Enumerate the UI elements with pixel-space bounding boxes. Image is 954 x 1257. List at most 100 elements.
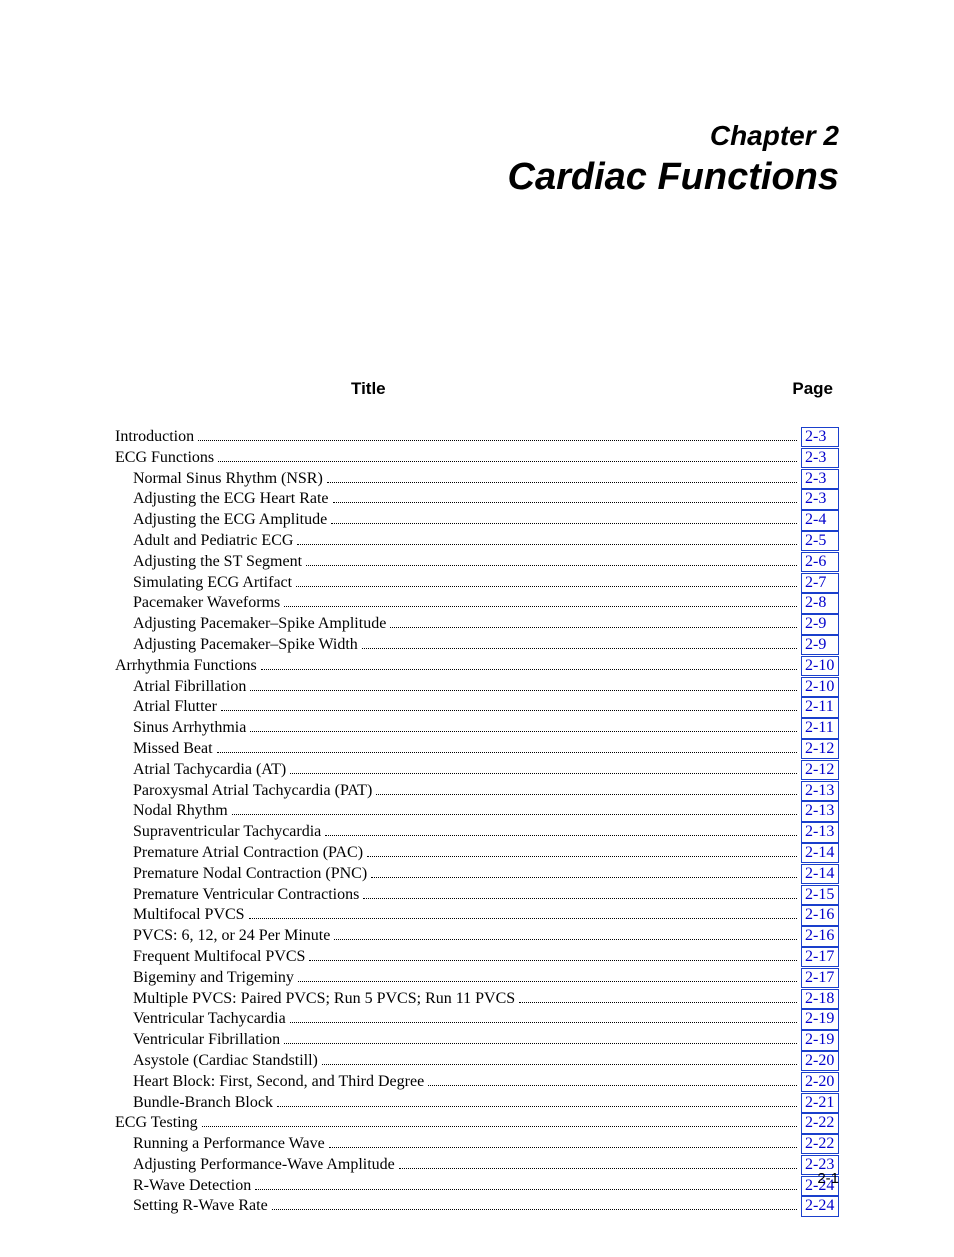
toc-page-link[interactable]: 2-4 — [801, 510, 839, 530]
toc-entry-title: Introduction — [115, 427, 194, 448]
toc-row: Atrial Flutter 2-11 — [115, 697, 839, 718]
toc-entry-title: Atrial Fibrillation — [115, 677, 246, 698]
toc-page-link[interactable]: 2-13 — [801, 781, 839, 801]
toc-leader-dots — [249, 906, 797, 920]
toc-leader-dots — [250, 718, 797, 732]
toc-leader-dots — [306, 552, 797, 566]
toc-leader-dots — [284, 594, 797, 608]
toc-page-link[interactable]: 2-20 — [801, 1051, 839, 1071]
toc-row: Adjusting Performance-Wave Amplitude2-23 — [115, 1155, 839, 1176]
toc-entry-title: Multiple PVCS: Paired PVCS; Run 5 PVCS; … — [115, 989, 515, 1010]
toc-leader-dots — [428, 1072, 797, 1086]
toc-page-link[interactable]: 2-19 — [801, 1009, 839, 1029]
toc-row: Bigeminy and Trigeminy2-17 — [115, 968, 839, 989]
toc-page-link[interactable]: 2-11 — [801, 718, 839, 738]
toc-page-link[interactable]: 2-17 — [801, 968, 839, 988]
toc-leader-dots — [362, 635, 797, 649]
toc-entry-title: Missed Beat — [115, 739, 213, 760]
toc-entry-title: Adjusting Pacemaker–Spike Width — [115, 635, 358, 656]
toc-leader-dots — [325, 822, 797, 836]
page-container: Chapter 2 Cardiac Functions Title Page I… — [0, 0, 954, 1257]
toc-page-link[interactable]: 2-14 — [801, 843, 839, 863]
toc-page-link[interactable]: 2-10 — [801, 677, 839, 697]
toc-page-link[interactable]: 2-8 — [801, 593, 839, 613]
toc-leader-dots — [333, 490, 797, 504]
toc-entry-title: Adjusting the ECG Heart Rate — [115, 489, 329, 510]
toc-page-link[interactable]: 2-16 — [801, 905, 839, 925]
toc-page-link[interactable]: 2-24 — [801, 1196, 839, 1216]
toc-row: Ventricular Tachycardia 2-19 — [115, 1009, 839, 1030]
toc-page-link[interactable]: 2-22 — [801, 1134, 839, 1154]
toc-page-link[interactable]: 2-7 — [801, 573, 839, 593]
toc-leader-dots — [390, 614, 797, 628]
toc-page-link[interactable]: 2-6 — [801, 552, 839, 572]
toc-leader-dots — [399, 1155, 797, 1169]
toc-column-headers: Title Page — [115, 379, 839, 399]
toc-leader-dots — [232, 802, 797, 816]
toc-entry-title: Adjusting the ST Segment — [115, 552, 302, 573]
toc-page-link[interactable]: 2-13 — [801, 822, 839, 842]
toc-leader-dots — [296, 573, 797, 587]
toc-page-link[interactable]: 2-3 — [801, 469, 839, 489]
toc-row: Paroxysmal Atrial Tachycardia (PAT)2-13 — [115, 781, 839, 802]
toc-row: Adjusting Pacemaker–Spike Amplitude2-9 — [115, 614, 839, 635]
toc-entry-title: Normal Sinus Rhythm (NSR) — [115, 469, 323, 490]
toc-row: Setting R-Wave Rate2-24 — [115, 1196, 839, 1217]
toc-leader-dots — [261, 656, 797, 670]
toc-entry-title: Atrial Flutter — [115, 697, 217, 718]
toc-row: Premature Ventricular Contractions 2-15 — [115, 885, 839, 906]
toc-page-link[interactable]: 2-15 — [801, 885, 839, 905]
toc-leader-dots — [290, 1010, 797, 1024]
column-header-title: Title — [351, 379, 386, 399]
toc-page-link[interactable]: 2-9 — [801, 635, 839, 655]
toc-page-link[interactable]: 2-21 — [801, 1093, 839, 1113]
toc-entry-title: Simulating ECG Artifact — [115, 573, 292, 594]
toc-page-link[interactable]: 2-10 — [801, 656, 839, 676]
toc-page-link[interactable]: 2-17 — [801, 947, 839, 967]
toc-page-link[interactable]: 2-18 — [801, 989, 839, 1009]
toc-page-link[interactable]: 2-12 — [801, 760, 839, 780]
toc-entry-title: R-Wave Detection — [115, 1176, 251, 1197]
toc-page-link[interactable]: 2-13 — [801, 801, 839, 821]
toc-page-link[interactable]: 2-3 — [801, 448, 839, 468]
toc-page-link[interactable]: 2-14 — [801, 864, 839, 884]
chapter-title: Cardiac Functions — [115, 156, 839, 199]
toc-page-link[interactable]: 2-19 — [801, 1030, 839, 1050]
toc-leader-dots — [298, 968, 797, 982]
toc-entry-title: Atrial Tachycardia (AT) — [115, 760, 286, 781]
toc-page-link[interactable]: 2-3 — [801, 427, 839, 447]
toc-leader-dots — [519, 989, 797, 1003]
toc-page-link[interactable]: 2-16 — [801, 926, 839, 946]
toc-row: Sinus Arrhythmia2-11 — [115, 718, 839, 739]
toc-page-link[interactable]: 2-22 — [801, 1113, 839, 1133]
toc-entry-title: Asystole (Cardiac Standstill) — [115, 1051, 318, 1072]
toc-leader-dots — [272, 1197, 797, 1211]
toc-entry-title: Ventricular Fibrillation — [115, 1030, 280, 1051]
toc-entry-title: Premature Atrial Contraction (PAC) — [115, 843, 363, 864]
toc-leader-dots — [331, 510, 797, 524]
toc-leader-dots — [255, 1176, 797, 1190]
toc-row: Multiple PVCS: Paired PVCS; Run 5 PVCS; … — [115, 989, 839, 1010]
toc-row: Frequent Multifocal PVCS2-17 — [115, 947, 839, 968]
toc-row: Nodal Rhythm2-13 — [115, 801, 839, 822]
toc-page-link[interactable]: 2-9 — [801, 614, 839, 634]
toc-entry-title: Ventricular Tachycardia — [115, 1009, 286, 1030]
footer-page-number: 2-1 — [817, 1170, 839, 1187]
toc-entry-title: Premature Ventricular Contractions — [115, 885, 359, 906]
chapter-heading: Chapter 2 Cardiac Functions — [115, 120, 839, 199]
toc-row: Premature Atrial Contraction (PAC) 2-14 — [115, 843, 839, 864]
toc-row: Multifocal PVCS2-16 — [115, 905, 839, 926]
toc-entry-title: Supraventricular Tachycardia — [115, 822, 321, 843]
toc-entry-title: Adjusting Performance-Wave Amplitude — [115, 1155, 395, 1176]
toc-page-link[interactable]: 2-20 — [801, 1072, 839, 1092]
toc-row: Bundle-Branch Block2-21 — [115, 1093, 839, 1114]
toc-page-link[interactable]: 2-11 — [801, 697, 839, 717]
toc-page-link[interactable]: 2-5 — [801, 531, 839, 551]
toc-entry-title: Running a Performance Wave — [115, 1134, 325, 1155]
toc-row: Atrial Tachycardia (AT) 2-12 — [115, 760, 839, 781]
toc-leader-dots — [363, 885, 797, 899]
toc-page-link[interactable]: 2-12 — [801, 739, 839, 759]
toc-row: Missed Beat 2-12 — [115, 739, 839, 760]
toc-row: Premature Nodal Contraction (PNC)2-14 — [115, 864, 839, 885]
toc-page-link[interactable]: 2-3 — [801, 489, 839, 509]
